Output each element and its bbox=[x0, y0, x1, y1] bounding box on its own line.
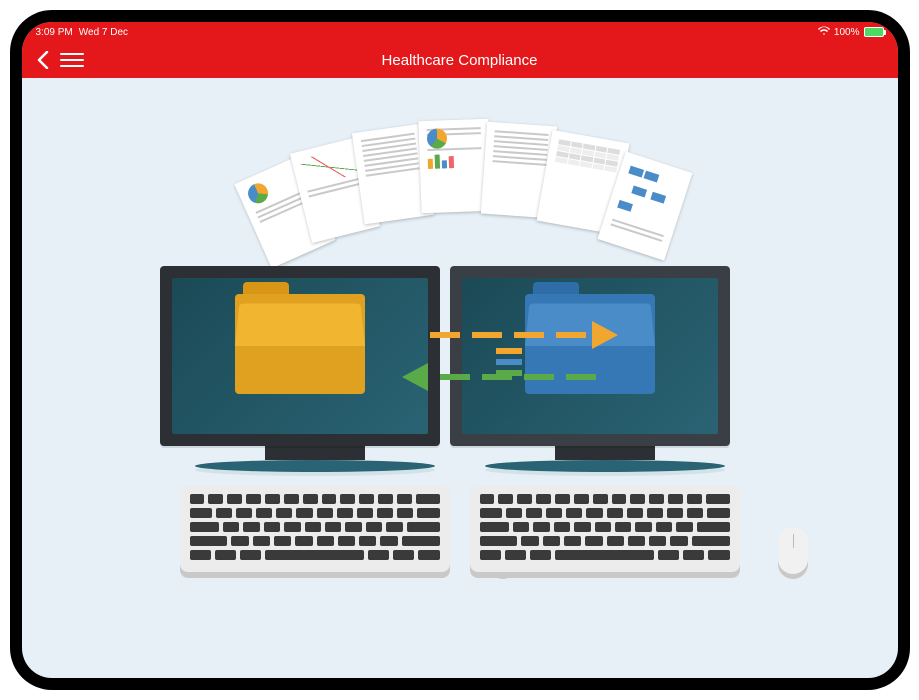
monitor bbox=[450, 266, 730, 446]
content-area bbox=[22, 78, 898, 678]
keyboard bbox=[180, 486, 450, 572]
screen: 3:09 PM Wed 7 Dec 100% Healthcare Compli… bbox=[22, 22, 898, 678]
file-transfer-illustration bbox=[100, 126, 820, 606]
document-page bbox=[418, 119, 491, 213]
mouse bbox=[778, 528, 808, 574]
back-button[interactable] bbox=[32, 49, 54, 71]
arrow-right-icon bbox=[430, 332, 590, 338]
keyboard bbox=[470, 486, 740, 572]
computer-right bbox=[450, 266, 760, 572]
folder-icon bbox=[235, 294, 365, 394]
wifi-icon bbox=[818, 26, 830, 39]
navigation-bar: Healthcare Compliance bbox=[22, 42, 898, 78]
computer-left bbox=[160, 266, 470, 572]
status-date: Wed 7 Dec bbox=[79, 27, 128, 38]
tablet-device-frame: 3:09 PM Wed 7 Dec 100% Healthcare Compli… bbox=[10, 10, 910, 690]
status-time: 3:09 PM bbox=[36, 27, 73, 38]
menu-button[interactable] bbox=[60, 49, 84, 71]
arrow-left-icon bbox=[430, 374, 590, 380]
status-bar: 3:09 PM Wed 7 Dec 100% bbox=[22, 22, 898, 42]
monitor bbox=[160, 266, 440, 446]
battery-percent: 100% bbox=[834, 27, 860, 38]
battery-icon bbox=[864, 27, 884, 37]
page-title: Healthcare Compliance bbox=[22, 52, 898, 69]
